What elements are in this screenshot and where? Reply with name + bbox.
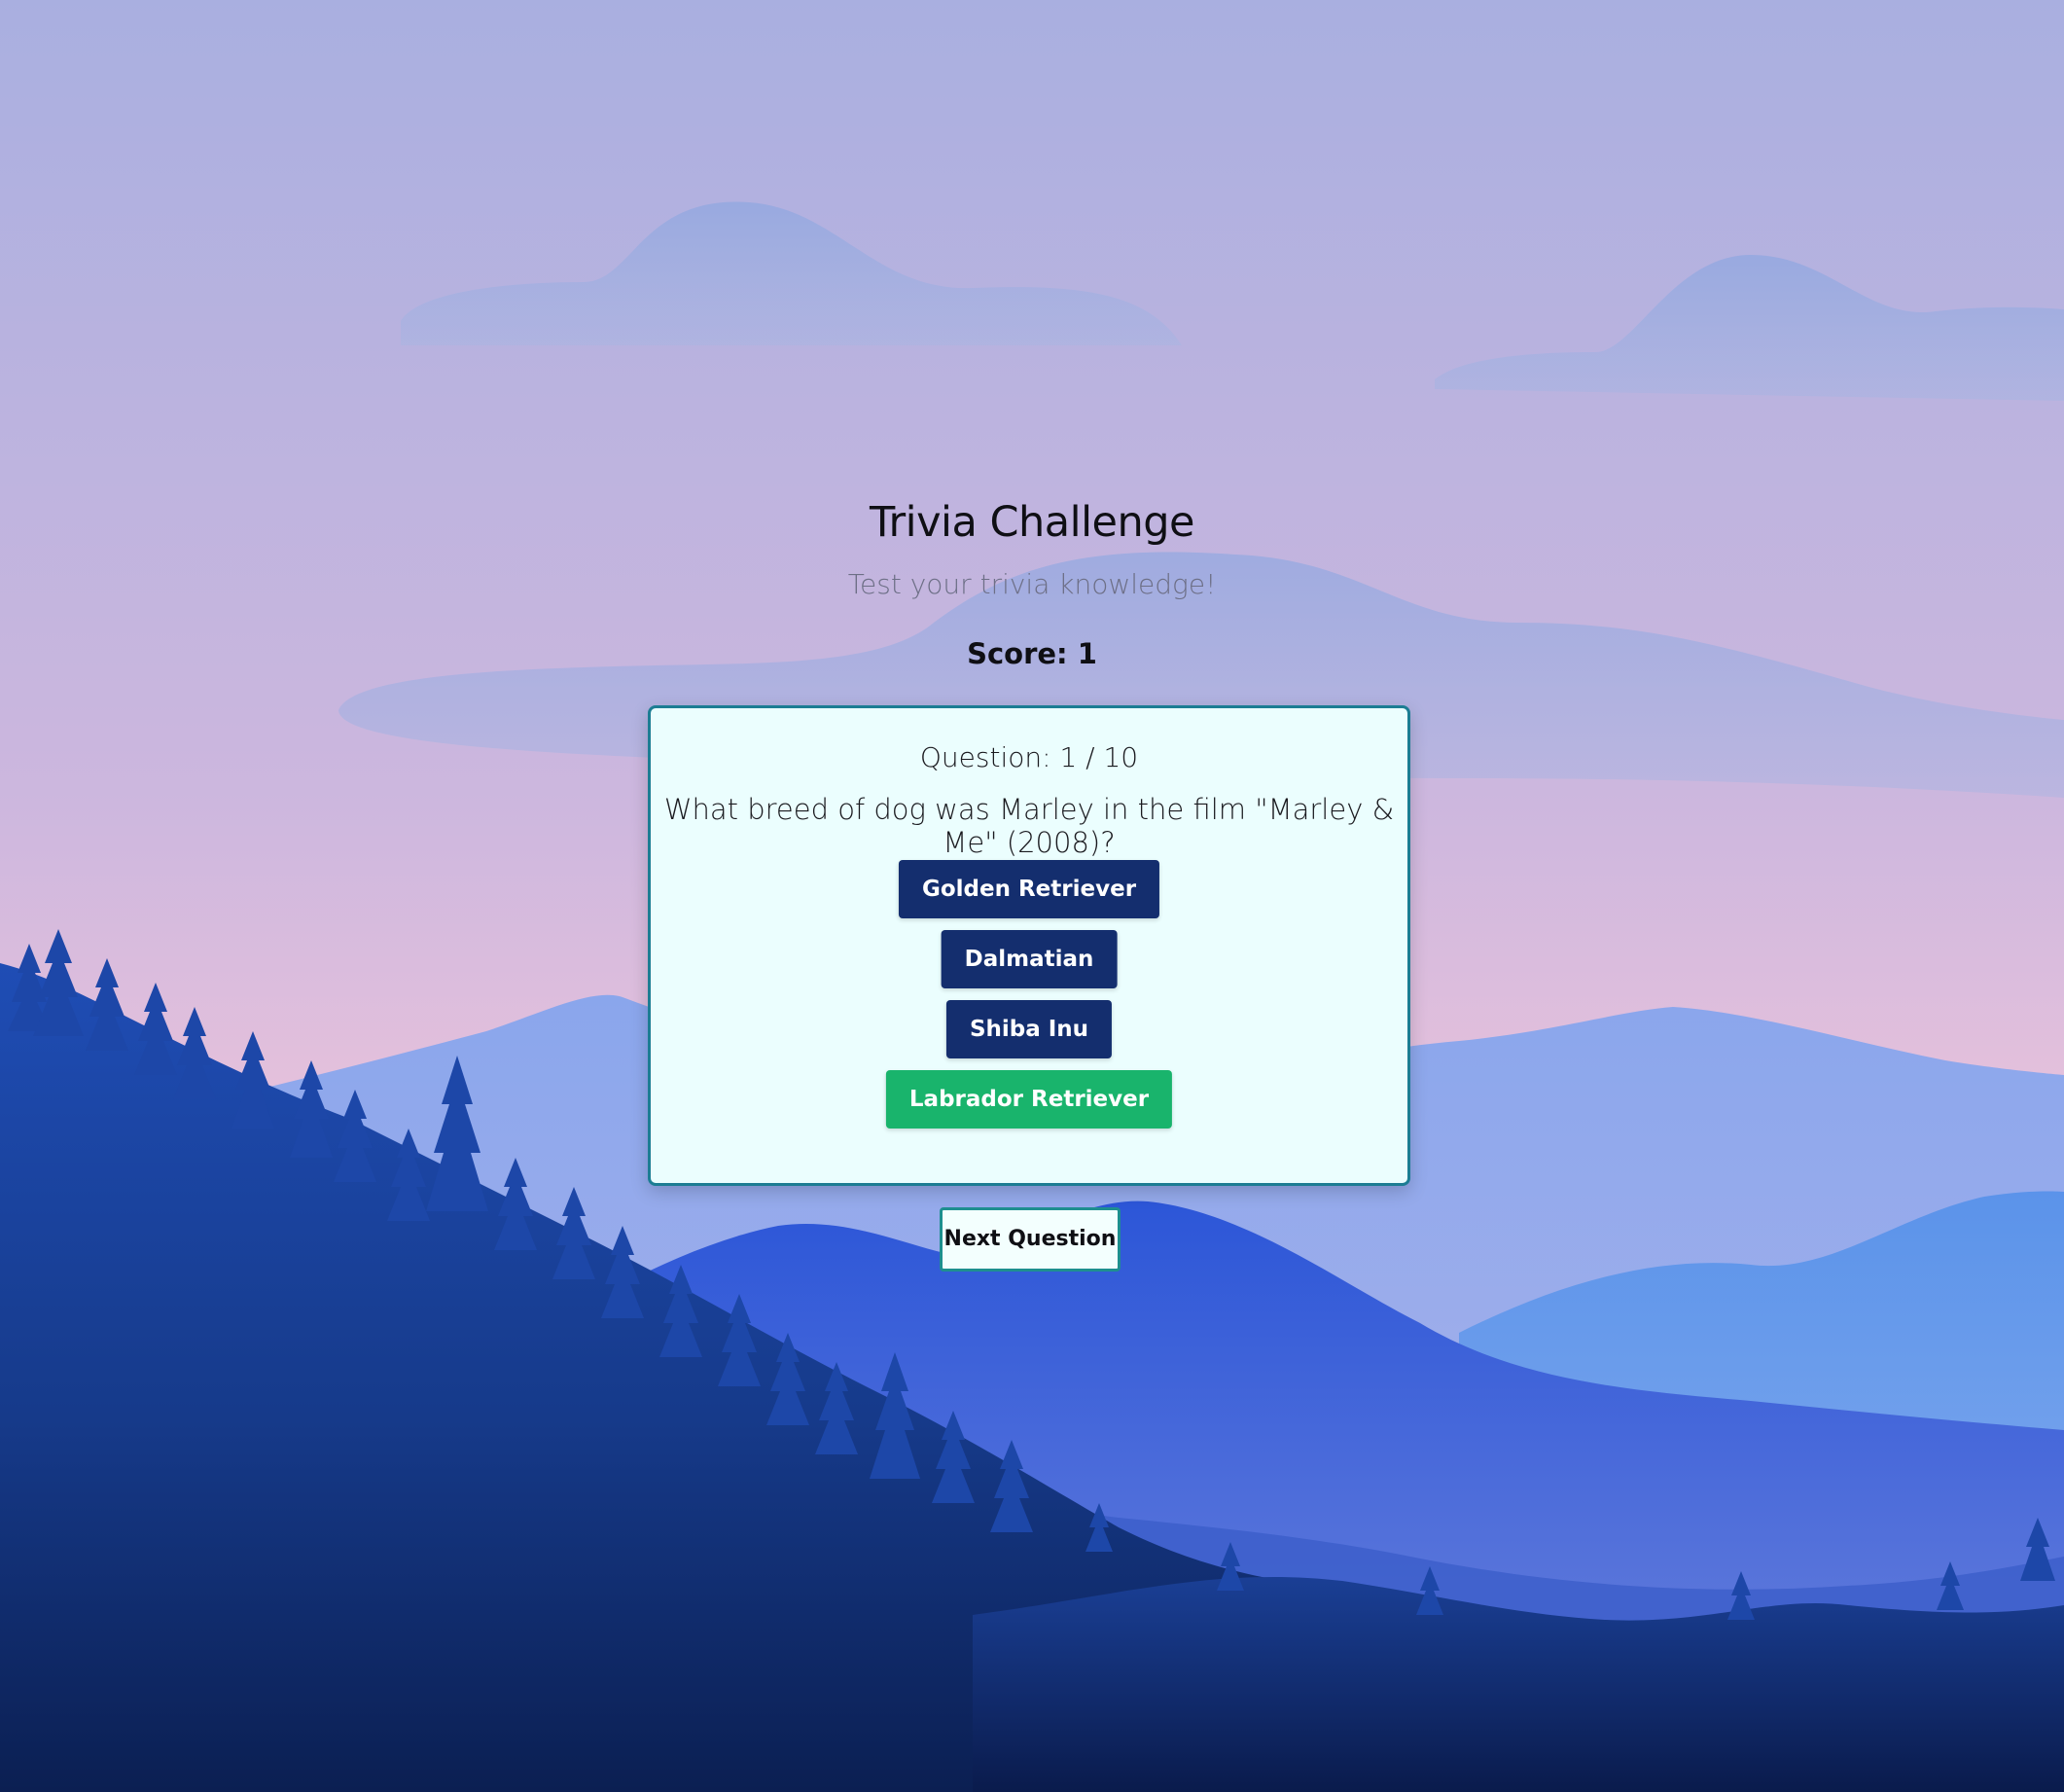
question-counter: Question: 1 / 10 — [919, 741, 1139, 773]
question-text: What breed of dog was Marley in the film… — [663, 793, 1395, 859]
page-subtitle: Test your trivia knowledge! — [847, 568, 1217, 600]
page-title: Trivia Challenge — [870, 498, 1194, 547]
answer-button-labrador-retriever[interactable]: Labrador Retriever — [885, 1070, 1173, 1129]
answer-button-golden-retriever[interactable]: Golden Retriever — [898, 860, 1160, 918]
next-question-button[interactable]: Next Question — [940, 1207, 1121, 1272]
answer-button-dalmatian[interactable]: Dalmatian — [941, 930, 1118, 988]
answer-button-shiba-inu[interactable]: Shiba Inu — [945, 1000, 1113, 1058]
score-display: Score: 1 — [967, 637, 1097, 670]
trivia-app: Trivia Challenge Test your trivia knowle… — [0, 0, 2064, 1792]
question-card: Question: 1 / 10 What breed of dog was M… — [648, 705, 1410, 1186]
